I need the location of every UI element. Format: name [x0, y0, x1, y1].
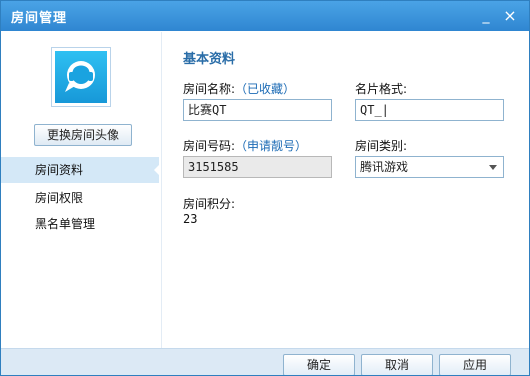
sidebar-item-blacklist[interactable]: 黑名单管理 [1, 211, 159, 237]
sidebar-item-room-info[interactable]: 房间资料 [1, 157, 160, 183]
title-bar: 房间管理 _ × [1, 1, 529, 31]
selected-arrow-icon [154, 164, 160, 176]
room-number-field: 3151585 [183, 156, 332, 178]
sidebar-item-label: 房间权限 [35, 191, 84, 205]
favorited-link[interactable]: （已收藏） [235, 82, 295, 96]
room-number-label: 房间号码: [183, 139, 236, 153]
sidebar-item-label: 房间资料 [35, 163, 84, 177]
room-name-row-label: 房间名称:（已收藏） [183, 80, 295, 97]
card-format-input[interactable]: QT_| [355, 99, 504, 121]
cancel-button[interactable]: 取消 [361, 354, 433, 375]
sidebar-divider [161, 32, 162, 348]
room-category-label: 房间类别: [355, 139, 408, 153]
room-name-label: 房间名称: [183, 82, 236, 96]
room-points-value: 23 [183, 212, 198, 226]
close-button[interactable]: × [501, 7, 519, 25]
sidebar-item-room-permissions[interactable]: 房间权限 [1, 185, 159, 211]
change-avatar-button[interactable]: 更换房间头像 [34, 124, 132, 146]
apply-button[interactable]: 应用 [439, 354, 511, 375]
room-points-label: 房间积分: [183, 197, 236, 211]
room-name-input[interactable]: 比赛QT [183, 99, 332, 121]
window-title: 房间管理 [11, 11, 68, 26]
apply-vanity-number-link[interactable]: （申请靓号） [235, 139, 307, 153]
ok-button[interactable]: 确定 [283, 354, 355, 375]
room-category-select[interactable]: 腾讯游戏 [355, 156, 504, 178]
section-title-basic-info: 基本资料 [183, 52, 236, 67]
footer-bar: 确定 取消 应用 [1, 348, 529, 375]
room-avatar [55, 51, 107, 103]
minimize-button[interactable]: _ [477, 7, 495, 25]
room-avatar-frame [51, 47, 111, 107]
room-number-row-label: 房间号码:（申请靓号） [183, 137, 307, 154]
room-category-value: 腾讯游戏 [360, 160, 409, 174]
card-format-label: 名片格式: [355, 82, 408, 96]
chevron-down-icon [489, 165, 497, 170]
headset-chat-icon [65, 61, 95, 92]
sidebar-item-label: 黑名单管理 [35, 217, 96, 231]
sidebar: 更换房间头像 房间资料 房间权限 黑名单管理 [1, 32, 162, 348]
room-management-window: 房间管理 _ × 更换房间头像 房间资料 房间权限 黑名单管理 基本资料 房间名… [0, 0, 530, 376]
